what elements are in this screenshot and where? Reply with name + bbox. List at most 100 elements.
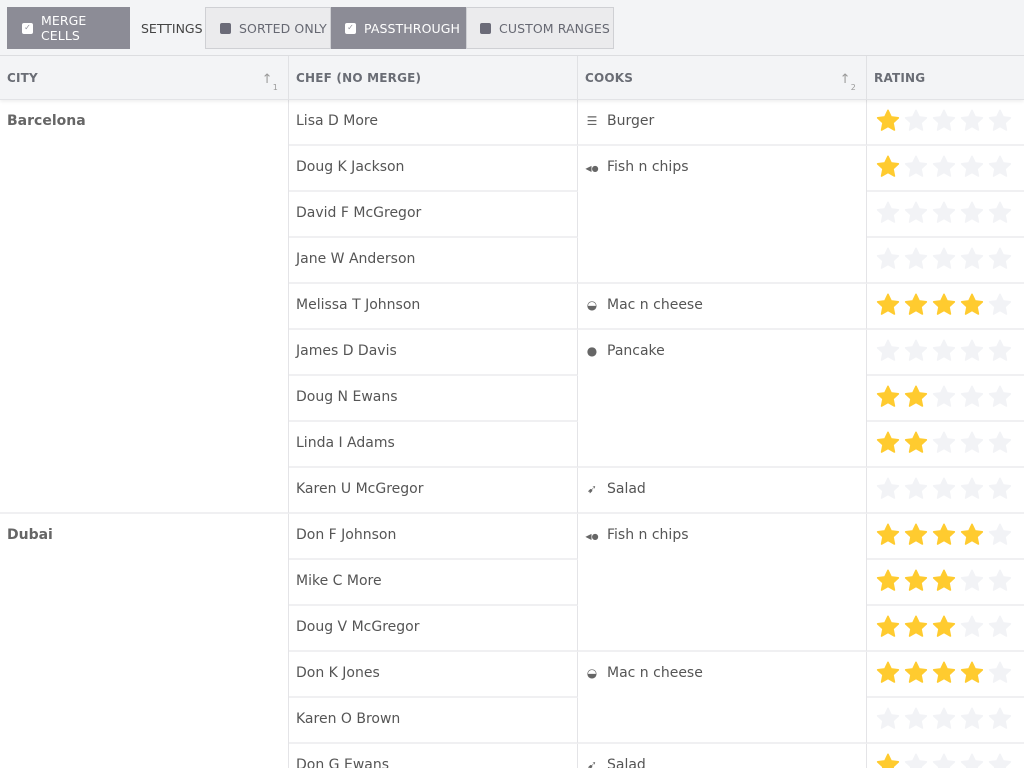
star-empty-icon[interactable] <box>959 752 985 768</box>
rating-cell[interactable] <box>867 652 1024 698</box>
star-empty-icon[interactable] <box>931 752 957 768</box>
chef-cell[interactable]: James D Davis <box>289 330 578 376</box>
star-empty-icon[interactable] <box>959 246 985 272</box>
star-rating[interactable] <box>867 376 1024 410</box>
star-filled-icon[interactable] <box>875 108 901 134</box>
chef-cell[interactable]: Doug N Ewans <box>289 376 578 422</box>
star-empty-icon[interactable] <box>931 476 957 502</box>
star-filled-icon[interactable] <box>875 154 901 180</box>
star-empty-icon[interactable] <box>987 200 1013 226</box>
star-empty-icon[interactable] <box>987 752 1013 768</box>
column-header-cooks[interactable]: COOKS ↑2 <box>578 56 867 100</box>
chef-cell[interactable]: Karen U McGregor <box>289 468 578 514</box>
star-empty-icon[interactable] <box>987 338 1013 364</box>
star-empty-icon[interactable] <box>903 200 929 226</box>
star-filled-icon[interactable] <box>875 614 901 640</box>
merge-cells-toggle[interactable]: ✓ MERGE CELLS <box>7 7 130 49</box>
star-empty-icon[interactable] <box>987 476 1013 502</box>
rating-cell[interactable] <box>867 330 1024 376</box>
star-empty-icon[interactable] <box>959 384 985 410</box>
star-empty-icon[interactable] <box>903 154 929 180</box>
star-rating[interactable] <box>867 100 1024 134</box>
star-empty-icon[interactable] <box>931 384 957 410</box>
passthrough-toggle[interactable]: ✓ PASSTHROUGH <box>331 7 466 49</box>
cooks-cell[interactable]: ◀● Fish n chips <box>578 146 867 284</box>
star-filled-icon[interactable] <box>931 522 957 548</box>
star-filled-icon[interactable] <box>931 660 957 686</box>
star-empty-icon[interactable] <box>987 614 1013 640</box>
star-empty-icon[interactable] <box>959 108 985 134</box>
star-empty-icon[interactable] <box>903 752 929 768</box>
star-empty-icon[interactable] <box>959 200 985 226</box>
star-filled-icon[interactable] <box>903 522 929 548</box>
rating-cell[interactable] <box>867 422 1024 468</box>
star-filled-icon[interactable] <box>903 384 929 410</box>
star-empty-icon[interactable] <box>875 246 901 272</box>
star-empty-icon[interactable] <box>987 154 1013 180</box>
star-empty-icon[interactable] <box>931 200 957 226</box>
star-rating[interactable] <box>867 514 1024 548</box>
star-empty-icon[interactable] <box>959 568 985 594</box>
chef-cell[interactable]: Mike C More <box>289 560 578 606</box>
cooks-cell[interactable]: ◀● Fish n chips <box>578 514 867 652</box>
star-empty-icon[interactable] <box>987 292 1013 318</box>
column-header-rating[interactable]: RATING <box>867 56 1024 100</box>
star-empty-icon[interactable] <box>931 246 957 272</box>
star-rating[interactable] <box>867 146 1024 180</box>
star-filled-icon[interactable] <box>959 292 985 318</box>
star-filled-icon[interactable] <box>903 292 929 318</box>
star-filled-icon[interactable] <box>931 614 957 640</box>
star-filled-icon[interactable] <box>903 614 929 640</box>
star-rating[interactable] <box>867 238 1024 272</box>
star-rating[interactable] <box>867 192 1024 226</box>
rating-cell[interactable] <box>867 698 1024 744</box>
star-empty-icon[interactable] <box>987 568 1013 594</box>
star-rating[interactable] <box>867 698 1024 732</box>
star-empty-icon[interactable] <box>987 384 1013 410</box>
star-empty-icon[interactable] <box>959 430 985 456</box>
star-filled-icon[interactable] <box>875 752 901 768</box>
cooks-cell[interactable]: ➹ Salad <box>578 468 867 514</box>
star-rating[interactable] <box>867 468 1024 502</box>
cooks-cell[interactable]: ● Pancake <box>578 330 867 468</box>
star-rating[interactable] <box>867 330 1024 364</box>
star-empty-icon[interactable] <box>959 614 985 640</box>
star-empty-icon[interactable] <box>931 154 957 180</box>
custom-ranges-toggle[interactable]: CUSTOM RANGES <box>466 7 614 49</box>
star-empty-icon[interactable] <box>903 108 929 134</box>
rating-cell[interactable] <box>867 192 1024 238</box>
chef-cell[interactable]: Lisa D More <box>289 100 578 146</box>
star-empty-icon[interactable] <box>959 154 985 180</box>
chef-cell[interactable]: Melissa T Johnson <box>289 284 578 330</box>
cooks-cell[interactable]: ☰ Burger <box>578 100 867 146</box>
chef-cell[interactable]: Don G Ewans <box>289 744 578 768</box>
star-rating[interactable] <box>867 606 1024 640</box>
chef-cell[interactable]: Linda I Adams <box>289 422 578 468</box>
star-empty-icon[interactable] <box>903 476 929 502</box>
rating-cell[interactable] <box>867 606 1024 652</box>
cooks-cell[interactable]: ◒ Mac n cheese <box>578 652 867 744</box>
star-empty-icon[interactable] <box>931 430 957 456</box>
city-cell[interactable]: Barcelona <box>0 100 289 514</box>
chef-cell[interactable]: Doug K Jackson <box>289 146 578 192</box>
star-filled-icon[interactable] <box>875 384 901 410</box>
star-rating[interactable] <box>867 560 1024 594</box>
star-empty-icon[interactable] <box>875 476 901 502</box>
sorted-only-toggle[interactable]: SORTED ONLY <box>205 7 331 49</box>
rating-cell[interactable] <box>867 468 1024 514</box>
star-filled-icon[interactable] <box>903 430 929 456</box>
cooks-cell[interactable]: ◒ Mac n cheese <box>578 284 867 330</box>
star-filled-icon[interactable] <box>875 660 901 686</box>
star-filled-icon[interactable] <box>875 522 901 548</box>
star-filled-icon[interactable] <box>959 660 985 686</box>
rating-cell[interactable] <box>867 100 1024 146</box>
chef-cell[interactable]: Jane W Anderson <box>289 238 578 284</box>
column-header-city[interactable]: CITY ↑1 <box>0 56 289 100</box>
star-empty-icon[interactable] <box>875 706 901 732</box>
rating-cell[interactable] <box>867 284 1024 330</box>
star-empty-icon[interactable] <box>987 706 1013 732</box>
rating-cell[interactable] <box>867 376 1024 422</box>
star-rating[interactable] <box>867 422 1024 456</box>
star-empty-icon[interactable] <box>875 338 901 364</box>
chef-cell[interactable]: David F McGregor <box>289 192 578 238</box>
